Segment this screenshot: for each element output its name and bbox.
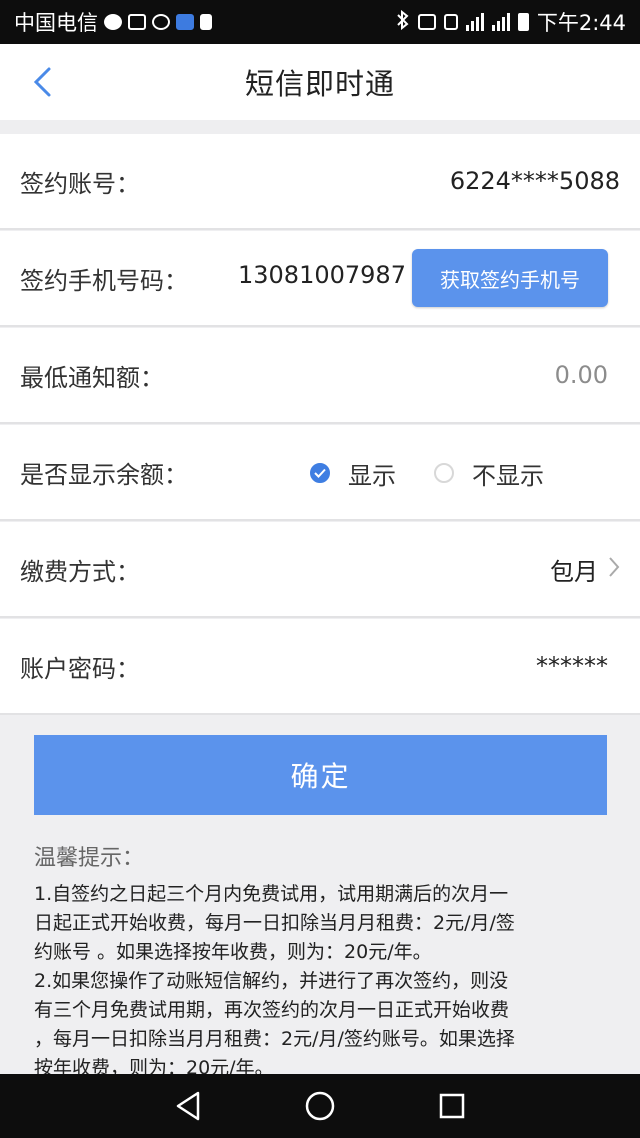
tip-line: 约账号 。如果选择按年收费，则为：20元/年。 [34, 941, 432, 963]
password-input[interactable]: ****** [536, 652, 608, 680]
payment-row[interactable]: 缴费方式： 包月 [0, 522, 640, 618]
section-gap [0, 120, 640, 134]
account-row: 签约账号： 6224****5088 [0, 134, 640, 230]
recents-key-icon[interactable] [432, 1086, 472, 1126]
radio-unchecked-icon[interactable] [434, 463, 454, 483]
nav-bar: 短信即时通 [0, 44, 640, 120]
show-balance-label: 是否显示余额： [20, 460, 188, 489]
nfc-icon [417, 14, 436, 30]
min-amount-input[interactable]: 0.00 [555, 361, 608, 389]
signal2-icon [491, 13, 510, 31]
min-amount-row[interactable]: 最低通知额： 0.00 [0, 328, 640, 424]
min-amount-label: 最低通知额： [20, 363, 164, 392]
message-icon [104, 14, 122, 30]
system-nav-bar [0, 1074, 640, 1138]
tip-line: 有三个月免费试用期，再次签约的次月一日正式开始收费 [34, 999, 510, 1021]
tip-line: 日起正式开始收费，每月一日扣除当月月租费：2元/月/签 [34, 912, 515, 934]
show-balance-radio-group: 显示 不显示 [310, 425, 582, 521]
payment-value[interactable]: 包月 [550, 552, 598, 587]
confirm-button[interactable]: 确定 [34, 735, 607, 815]
password-row[interactable]: 账户密码： ****** [0, 619, 640, 715]
tip-line: 1.自签约之日起三个月内免费试用，试用期满后的次月一 [34, 883, 509, 905]
account-value: 6224****5088 [449, 167, 620, 195]
password-label: 账户密码： [20, 654, 140, 683]
back-key-icon[interactable] [168, 1086, 208, 1126]
clock: 下午2:44 [536, 11, 626, 35]
signal-icon [465, 13, 484, 31]
app-notification-icon [176, 14, 194, 30]
phone-row: 签约手机号码： 13081007987 获取签约手机号 [0, 231, 640, 327]
tips-title: 温馨提示： [34, 846, 145, 871]
show-balance-row: 是否显示余额： 显示 不显示 [0, 425, 640, 521]
carrier-label: 中国电信 [14, 11, 98, 35]
sync-icon [152, 14, 170, 30]
payment-label: 缴费方式： [20, 557, 140, 586]
get-phone-button[interactable]: 获取签约手机号 [412, 249, 608, 307]
radio-hide-label[interactable]: 不显示 [472, 456, 544, 491]
tip-line: ，每月一日扣除当月月租费：2元/月/签约账号。如果选择 [34, 1028, 515, 1050]
account-label: 签约账号： [20, 169, 140, 198]
radio-show[interactable]: 显示 [310, 456, 396, 491]
phone-value: 13081007987 [238, 261, 406, 289]
vibrate-icon [443, 14, 458, 30]
image-icon [128, 14, 146, 30]
bluetooth-icon [396, 9, 410, 35]
radio-checked-icon[interactable] [310, 463, 330, 483]
sim-icon [200, 14, 212, 30]
radio-hide[interactable]: 不显示 [434, 456, 544, 491]
chevron-right-icon[interactable] [608, 556, 620, 582]
status-bar: 中国电信 下午2:44 [0, 0, 640, 44]
back-icon[interactable] [24, 64, 60, 100]
tips-section: 温馨提示： 1.自签约之日起三个月内免费试用，试用期满后的次月一 日起正式开始收… [34, 840, 609, 1083]
battery-icon [517, 13, 529, 31]
tip-line: 2.如果您操作了动账短信解约，并进行了再次签约，则没 [34, 970, 509, 992]
page-title: 短信即时通 [244, 67, 395, 101]
phone-label: 签约手机号码： [20, 266, 188, 295]
home-key-icon[interactable] [300, 1086, 340, 1126]
radio-show-label[interactable]: 显示 [348, 456, 396, 491]
